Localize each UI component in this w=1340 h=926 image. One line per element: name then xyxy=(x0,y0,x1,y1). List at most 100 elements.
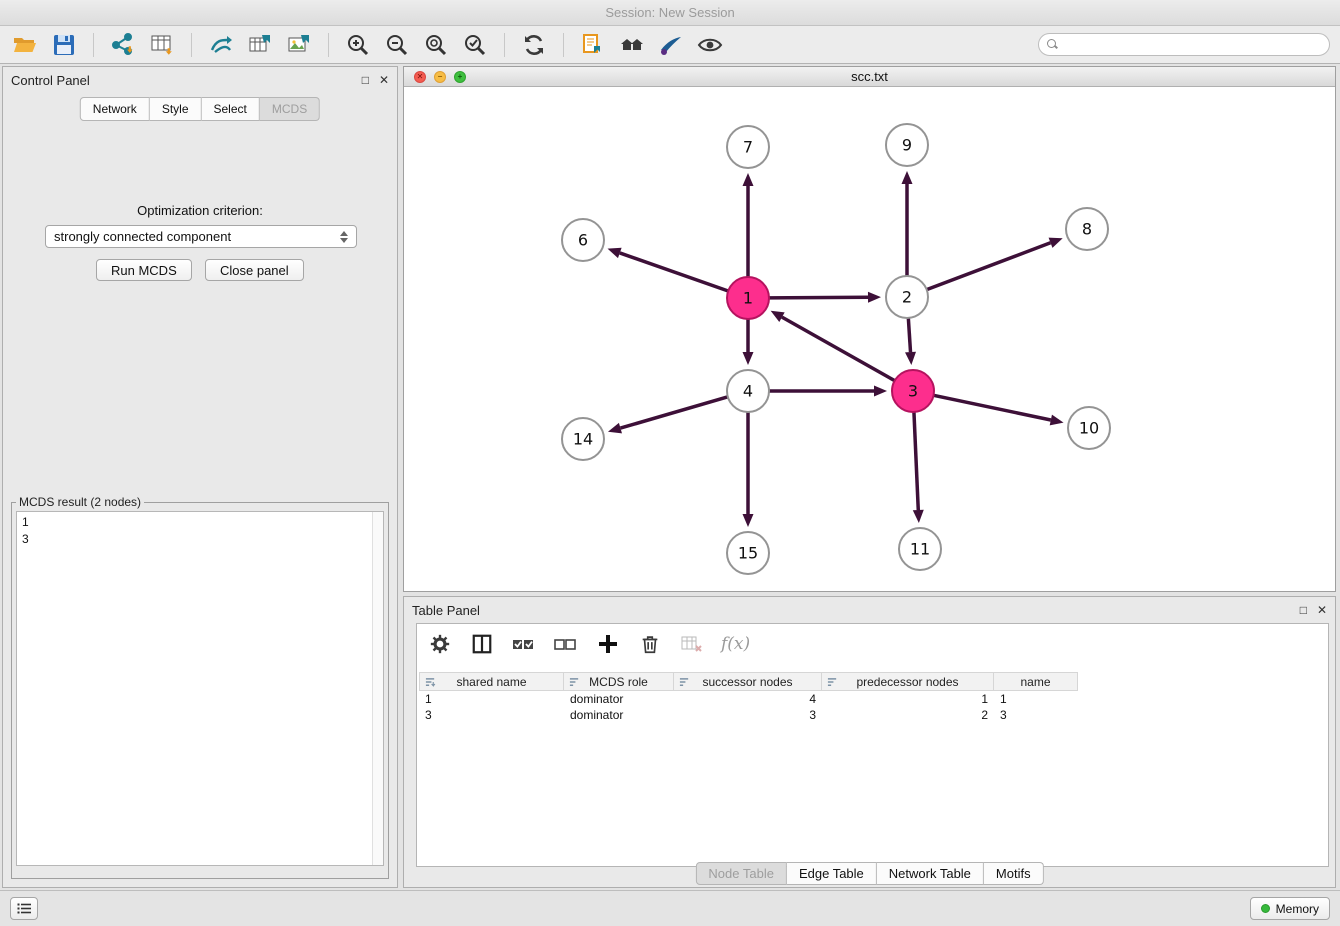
minimize-window-icon[interactable]: − xyxy=(434,71,446,83)
node-table: shared name MCDS role successor nodes pr… xyxy=(419,672,1326,723)
graph-node-label: 7 xyxy=(743,138,753,157)
tab-style[interactable]: Style xyxy=(150,97,202,121)
float-panel-icon[interactable]: □ xyxy=(362,73,369,87)
table-row[interactable]: 3 dominator 3 2 3 xyxy=(419,707,1326,723)
tab-edge-table[interactable]: Edge Table xyxy=(787,862,877,885)
column-label: shared name xyxy=(456,675,526,689)
show-columns-icon[interactable] xyxy=(469,631,495,657)
tab-network[interactable]: Network xyxy=(80,97,150,121)
first-neighbors-icon[interactable] xyxy=(617,30,647,60)
close-window-icon[interactable]: ✕ xyxy=(414,71,426,83)
network-canvas[interactable]: 7968124314101511 xyxy=(404,87,1335,591)
graph-edge-arrow xyxy=(743,352,754,365)
graph-node-label: 6 xyxy=(578,231,588,250)
export-table-icon[interactable] xyxy=(245,30,275,60)
zoom-window-icon[interactable]: + xyxy=(454,71,466,83)
cell-name[interactable]: 3 xyxy=(994,707,1078,723)
sort-icon[interactable] xyxy=(569,677,580,691)
graph-node-label: 11 xyxy=(910,540,930,559)
toolbar-separator xyxy=(504,33,505,57)
mcds-result-title: MCDS result (2 nodes) xyxy=(16,495,144,509)
function-builder-icon: f(x) xyxy=(721,634,750,654)
zoom-out-icon[interactable] xyxy=(382,30,412,60)
open-session-icon[interactable] xyxy=(10,30,40,60)
graph-edge-2-8[interactable] xyxy=(927,243,1051,290)
graph-edge-3-10[interactable] xyxy=(934,395,1051,420)
export-network-icon[interactable] xyxy=(206,30,236,60)
column-header-mcds-role[interactable]: MCDS role xyxy=(564,672,674,691)
table-row[interactable]: 1 dominator 4 1 1 xyxy=(419,691,1326,707)
select-all-icon[interactable] xyxy=(511,631,537,657)
column-header-name[interactable]: name xyxy=(994,672,1078,691)
cell-predecessor-nodes[interactable]: 2 xyxy=(822,707,994,723)
unselect-all-icon[interactable] xyxy=(553,631,579,657)
table-toolbar: f(x) xyxy=(417,624,1328,662)
graph-edge-arrow xyxy=(608,423,622,434)
graph-edge-arrow xyxy=(874,386,887,397)
graph-edge-4-14[interactable] xyxy=(620,397,727,428)
optimization-criterion-dropdown[interactable]: strongly connected component xyxy=(45,225,357,248)
control-panel: Control Panel □ ✕ Network Style Select M… xyxy=(2,66,398,888)
task-history-button[interactable] xyxy=(10,897,38,920)
graph-node-label: 14 xyxy=(573,430,593,449)
graph-edge-3-1[interactable] xyxy=(782,317,895,381)
table-panel: Table Panel □ ✕ xyxy=(403,596,1336,888)
apply-style-icon[interactable] xyxy=(656,30,686,60)
search-input[interactable] xyxy=(1063,38,1321,52)
sort-icon[interactable] xyxy=(679,677,690,691)
tab-select[interactable]: Select xyxy=(202,97,260,121)
tab-node-table[interactable]: Node Table xyxy=(695,862,787,885)
sort-icon[interactable] xyxy=(425,677,436,691)
memory-button[interactable]: Memory xyxy=(1250,897,1330,920)
export-image-icon[interactable] xyxy=(284,30,314,60)
tab-motifs[interactable]: Motifs xyxy=(984,862,1044,885)
graph-edge-arrow xyxy=(743,514,754,527)
network-view-window: ✕ − + scc.txt 7968124314101511 xyxy=(403,66,1336,592)
column-header-shared-name[interactable]: shared name xyxy=(419,672,564,691)
float-panel-icon[interactable]: □ xyxy=(1300,603,1307,617)
mcds-result-list[interactable]: 1 3 xyxy=(16,511,384,866)
clone-network-icon[interactable] xyxy=(578,30,608,60)
tab-network-table[interactable]: Network Table xyxy=(877,862,984,885)
cell-shared-name[interactable]: 1 xyxy=(419,691,564,707)
refresh-layout-icon[interactable] xyxy=(519,30,549,60)
show-hide-icon[interactable] xyxy=(695,30,725,60)
sort-icon[interactable] xyxy=(827,677,838,691)
cell-mcds-role[interactable]: dominator xyxy=(564,707,674,723)
status-bar: Memory xyxy=(0,890,1340,926)
zoom-in-icon[interactable] xyxy=(343,30,373,60)
close-panel-icon[interactable]: ✕ xyxy=(379,73,389,87)
zoom-fit-icon[interactable] xyxy=(421,30,451,60)
cell-mcds-role[interactable]: dominator xyxy=(564,691,674,707)
column-header-predecessor-nodes[interactable]: predecessor nodes xyxy=(822,672,994,691)
graph-edge-3-11[interactable] xyxy=(914,412,918,510)
graph-edge-arrow xyxy=(868,292,881,303)
import-network-icon[interactable] xyxy=(108,30,138,60)
zoom-selected-icon[interactable] xyxy=(460,30,490,60)
graph-edge-2-3[interactable] xyxy=(908,318,910,352)
close-panel-button[interactable]: Close panel xyxy=(205,259,304,281)
save-session-icon[interactable] xyxy=(49,30,79,60)
column-label: MCDS role xyxy=(589,675,648,689)
cell-successor-nodes[interactable]: 4 xyxy=(674,691,822,707)
create-column-icon[interactable] xyxy=(595,631,621,657)
column-label: name xyxy=(1020,675,1050,689)
import-table-icon[interactable] xyxy=(147,30,177,60)
column-header-successor-nodes[interactable]: successor nodes xyxy=(674,672,822,691)
run-mcds-button[interactable]: Run MCDS xyxy=(96,259,192,281)
close-panel-icon[interactable]: ✕ xyxy=(1317,603,1327,617)
cell-shared-name[interactable]: 3 xyxy=(419,707,564,723)
tab-mcds[interactable]: MCDS xyxy=(260,97,320,121)
graph-node-label: 8 xyxy=(1082,220,1092,239)
cell-successor-nodes[interactable]: 3 xyxy=(674,707,822,723)
graph-edge-1-6[interactable] xyxy=(620,253,728,291)
table-settings-icon[interactable] xyxy=(427,631,453,657)
delete-column-icon[interactable] xyxy=(637,631,663,657)
result-scrollbar[interactable] xyxy=(372,512,383,865)
cell-name[interactable]: 1 xyxy=(994,691,1078,707)
graph-edge-1-2[interactable] xyxy=(769,297,868,298)
node-table-area: f(x) shared name MCDS role successor nod… xyxy=(416,623,1329,867)
toolbar-separator xyxy=(563,33,564,57)
search-box[interactable] xyxy=(1038,33,1330,56)
cell-predecessor-nodes[interactable]: 1 xyxy=(822,691,994,707)
